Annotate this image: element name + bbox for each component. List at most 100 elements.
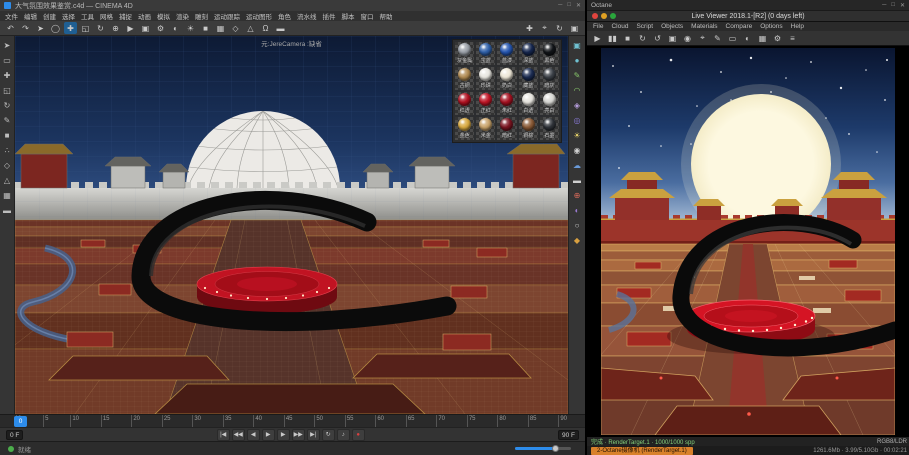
next-frame-icon[interactable]: ▶ xyxy=(277,429,290,441)
lod-slider-handle[interactable] xyxy=(552,445,559,452)
edges-mode-icon[interactable]: ◇ xyxy=(1,159,13,171)
material-swatch[interactable]: 铜棕 xyxy=(519,117,538,140)
c4d-menu-item[interactable]: 运动图形 xyxy=(246,11,272,21)
texture-mode-icon[interactable]: ▦ xyxy=(1,189,13,201)
timeline-ruler[interactable]: 051015202530354045505560657075808590 0 xyxy=(0,414,585,427)
lv-menu-item[interactable]: Compare xyxy=(726,23,753,30)
sky-object-icon[interactable]: ☁ xyxy=(571,159,583,171)
pick-focus-icon[interactable]: ⌖ xyxy=(696,32,709,44)
lv-menu-item[interactable]: Materials xyxy=(691,23,717,30)
coords-icon[interactable]: ⊕ xyxy=(109,22,122,34)
play-icon[interactable]: ▶ xyxy=(591,32,604,44)
polygons-mode-icon[interactable]: △ xyxy=(244,22,257,34)
workplane-icon[interactable]: ▬ xyxy=(1,204,13,216)
region-render-icon[interactable]: ▭ xyxy=(726,32,739,44)
prev-frame-icon[interactable]: ◀ xyxy=(247,429,260,441)
material-swatch[interactable]: 红透 xyxy=(455,92,474,115)
material-node-icon[interactable]: ○ xyxy=(571,219,583,231)
lv-menu-item[interactable]: Help xyxy=(791,23,804,30)
undo-icon[interactable]: ↶ xyxy=(4,22,17,34)
render-view-icon[interactable]: ▶ xyxy=(124,22,137,34)
frame-start-field[interactable]: 0 F xyxy=(6,430,23,440)
rotate-icon[interactable]: ↻ xyxy=(94,22,107,34)
material-swatch[interactable]: 暗灰 xyxy=(540,67,559,90)
snap-icon[interactable]: Ω xyxy=(259,22,272,34)
frame-end-field[interactable]: 90 F xyxy=(558,430,579,440)
c4d-menu-item[interactable]: 选择 xyxy=(62,11,75,21)
instance-object-icon[interactable]: ◐ xyxy=(571,204,583,216)
c4d-menu-item[interactable]: 帮助 xyxy=(380,11,393,21)
select-icon[interactable]: ➤ xyxy=(34,22,47,34)
render-settings-icon[interactable]: ⚙ xyxy=(154,22,167,34)
material-swatch[interactable]: 暗红 xyxy=(497,117,516,140)
material-swatch[interactable]: 古铜 xyxy=(455,67,474,90)
render-target-chip[interactable]: 2-Octane摄像机 (RenderTarget.1) xyxy=(591,447,693,455)
go-start-icon[interactable]: |◀ xyxy=(217,429,230,441)
material-swatch[interactable]: 珍珠 xyxy=(476,67,495,90)
zoom-view-icon[interactable]: ⌖ xyxy=(538,22,551,34)
sound-icon[interactable]: ♪ xyxy=(337,429,350,441)
prev-key-icon[interactable]: ◀◀ xyxy=(232,429,245,441)
pause-icon[interactable]: ▮▮ xyxy=(606,32,619,44)
menu-icon[interactable]: ≡ xyxy=(786,32,799,44)
record-icon[interactable]: ● xyxy=(352,429,365,441)
lod-slider[interactable] xyxy=(515,447,571,450)
material-swatch[interactable]: 灰金属 xyxy=(455,42,474,65)
light-object-icon[interactable]: ☀ xyxy=(571,129,583,141)
material-swatch[interactable]: 藏蓝 xyxy=(519,67,538,90)
move-icon[interactable]: ✚ xyxy=(64,22,77,34)
camera-object-icon[interactable]: ◉ xyxy=(571,144,583,156)
environment-icon[interactable]: ☀ xyxy=(184,22,197,34)
lv-menu-item[interactable]: Cloud xyxy=(611,23,628,30)
play-icon[interactable]: ▶ xyxy=(262,429,275,441)
camera-icon[interactable]: ◉ xyxy=(681,32,694,44)
c4d-menu-item[interactable]: 模拟 xyxy=(157,11,170,21)
c4d-menu-item[interactable]: 创建 xyxy=(43,11,56,21)
material-swatch[interactable]: 蓝漆 xyxy=(497,42,516,65)
close-button[interactable]: ✕ xyxy=(576,2,581,9)
minimize-button[interactable]: ─ xyxy=(558,2,562,9)
material-swatch[interactable]: 黑色 xyxy=(540,42,559,65)
live-select-icon[interactable]: ◯ xyxy=(49,22,62,34)
restart-icon[interactable]: ↻ xyxy=(636,32,649,44)
pan-view-icon[interactable]: ✚ xyxy=(523,22,536,34)
material-swatch[interactable]: 亮白 xyxy=(540,92,559,115)
next-key-icon[interactable]: ▶▶ xyxy=(292,429,305,441)
material-swatch[interactable]: 正红 xyxy=(476,92,495,115)
workplane-icon[interactable]: ▬ xyxy=(274,22,287,34)
material-swatch[interactable]: 宝蓝 xyxy=(476,42,495,65)
redo-icon[interactable]: ↷ xyxy=(19,22,32,34)
arc-spline-icon[interactable]: ◠ xyxy=(571,84,583,96)
settings-icon[interactable]: ⚙ xyxy=(771,32,784,44)
close-traffic-light[interactable] xyxy=(592,13,598,19)
c4d-menu-item[interactable]: 编辑 xyxy=(24,11,37,21)
render-viewport[interactable] xyxy=(587,46,909,437)
selection-tool-icon[interactable]: ➤ xyxy=(1,39,13,51)
model-mode-icon[interactable]: ■ xyxy=(199,22,212,34)
c4d-menu-item[interactable]: 脚本 xyxy=(342,11,355,21)
edges-mode-icon[interactable]: ◇ xyxy=(229,22,242,34)
stage-object[interactable] xyxy=(197,267,337,314)
c4d-menu-item[interactable]: 文件 xyxy=(5,11,18,21)
points-mode-icon[interactable]: ∴ xyxy=(1,144,13,156)
lock-resolution-icon[interactable]: ▣ xyxy=(666,32,679,44)
material-swatch[interactable]: 奶白 xyxy=(497,67,516,90)
minimize-traffic-light[interactable] xyxy=(601,13,607,19)
move-tool-icon[interactable]: ✚ xyxy=(1,69,13,81)
c4d-menu-item[interactable]: 插件 xyxy=(323,11,336,21)
material-swatch[interactable]: 米金 xyxy=(476,117,495,140)
subdivision-surface-icon[interactable]: ◈ xyxy=(571,99,583,111)
c4d-menu-item[interactable]: 工具 xyxy=(81,11,94,21)
loop-icon[interactable]: ↻ xyxy=(322,429,335,441)
pen-tool-icon[interactable]: ✎ xyxy=(1,114,13,126)
boole-object-icon[interactable]: ⊕ xyxy=(571,189,583,201)
material-swatch[interactable]: 石墨 xyxy=(540,117,559,140)
material-swatch[interactable]: 白透 xyxy=(519,92,538,115)
toggle-view-icon[interactable]: ▣ xyxy=(568,22,581,34)
pick-material-icon[interactable]: ✎ xyxy=(711,32,724,44)
c4d-menu-item[interactable]: 动画 xyxy=(138,11,151,21)
lv-menu-item[interactable]: File xyxy=(593,23,603,30)
camera-label[interactable]: 元:JereCamera :缺省 xyxy=(261,38,322,48)
scale-icon[interactable]: ◱ xyxy=(79,22,92,34)
tag-icon[interactable]: ◆ xyxy=(571,234,583,246)
